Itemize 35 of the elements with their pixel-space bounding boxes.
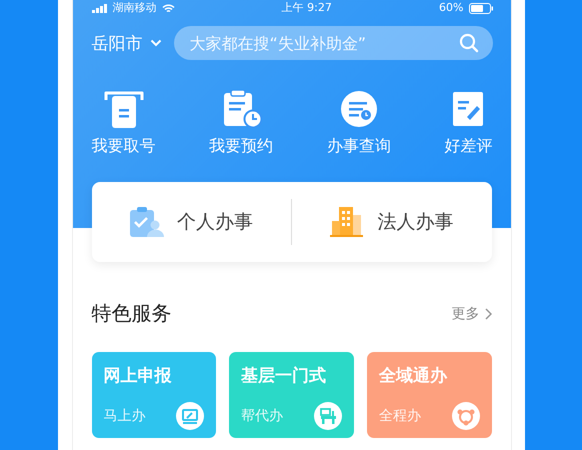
status-time: 上午 9:27 <box>282 1 332 15</box>
monitor-pen-icon <box>176 402 204 430</box>
network-icon <box>452 402 480 430</box>
note-pen-icon <box>452 90 484 128</box>
building-icon <box>330 207 364 237</box>
city-selector[interactable]: 岳阳市 <box>92 32 162 54</box>
chevron-right-icon <box>484 308 492 320</box>
battery-icon <box>468 2 492 14</box>
section-title: 特色服务 <box>92 300 172 327</box>
card-title: 基层一门式 <box>241 365 328 387</box>
battery-percent: 60% <box>439 1 464 15</box>
card-title: 网上申报 <box>104 365 172 387</box>
wifi-icon <box>162 4 174 12</box>
desk-icon <box>314 402 342 430</box>
feature-card[interactable]: 网上申报 马上办 <box>92 352 216 438</box>
card-subtitle: 帮代办 <box>241 407 284 425</box>
carrier-name: 湖南移动 <box>112 1 156 15</box>
card-subtitle: 马上办 <box>104 407 146 425</box>
feature-card[interactable]: 基层一门式 帮代办 <box>229 352 354 438</box>
search-icon <box>458 33 478 53</box>
card-title: 全域通办 <box>378 365 448 387</box>
clipboard-person-icon <box>130 207 164 237</box>
signal-icon <box>92 4 108 12</box>
service-type-tab[interactable]: 个人办事 <box>92 207 291 237</box>
quick-action[interactable]: 好差评 <box>444 90 492 157</box>
card-subtitle: 全程办 <box>378 407 421 425</box>
service-type-tab[interactable]: 法人办事 <box>292 207 492 237</box>
more-link[interactable]: 更多 <box>452 304 492 322</box>
feature-card[interactable]: 全域通办 全程办 <box>366 352 492 438</box>
quick-action[interactable]: 我要预约 <box>209 90 274 157</box>
quick-action[interactable]: 我要取号 <box>92 90 156 157</box>
list-clock-icon <box>340 90 378 128</box>
ticket-machine-icon <box>102 90 144 128</box>
chevron-down-icon <box>150 39 162 47</box>
quick-action[interactable]: 办事查询 <box>326 90 391 157</box>
